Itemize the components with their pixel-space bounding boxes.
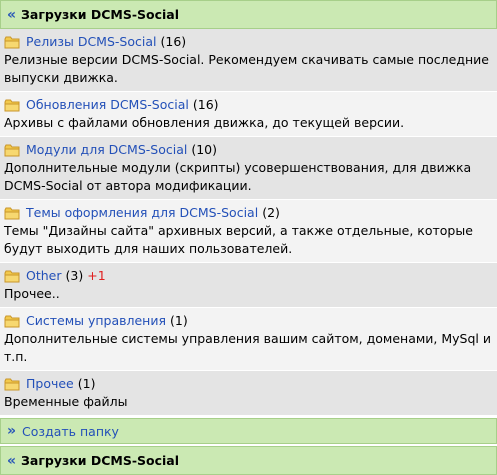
forward-arrow-icon: » xyxy=(7,423,17,439)
folder-item-modules: Модули для DCMS-Social (10) Дополнительн… xyxy=(0,137,497,200)
folder-icon xyxy=(4,270,20,282)
folder-item-other: Other (3) +1 Прочее.. xyxy=(0,263,497,308)
folder-icon xyxy=(4,378,20,390)
header-bar: « Загрузки DCMS-Social xyxy=(0,0,497,29)
folder-item-updates: Обновления DCMS-Social (16) Архивы с фай… xyxy=(0,92,497,137)
folder-description: Дополнительные модули (скрипты) усоверше… xyxy=(4,160,472,193)
folder-count: (16) xyxy=(192,97,219,112)
folder-description: Дополнительные системы управления вашим … xyxy=(4,331,491,364)
folder-description: Временные файлы xyxy=(4,394,128,409)
folder-count: (16) xyxy=(160,34,187,49)
create-folder-bar: » Создать папку xyxy=(0,418,497,444)
folder-icon xyxy=(4,36,20,48)
folder-item-releases: Релизы DCMS-Social (16) Релизные версии … xyxy=(0,29,497,92)
folder-link[interactable]: Прочее xyxy=(26,375,74,393)
new-files-badge: +1 xyxy=(87,268,106,283)
folder-description: Темы "Дизайны сайта" архивных версий, а … xyxy=(4,223,473,256)
create-folder-link[interactable]: Создать папку xyxy=(22,424,119,439)
folder-count: (2) xyxy=(262,205,280,220)
folder-item-misc: Прочее (1) Временные файлы xyxy=(0,371,497,416)
folder-description: Релизные версии DCMS-Social. Рекомендуем… xyxy=(4,52,489,85)
back-arrow-icon[interactable]: « xyxy=(7,8,16,22)
folder-link[interactable]: Other xyxy=(26,267,62,285)
folder-icon xyxy=(4,99,20,111)
folder-item-themes: Темы оформления для DCMS-Social (2) Темы… xyxy=(0,200,497,263)
folder-count: (1) xyxy=(170,313,188,328)
page-title[interactable]: Загрузки DCMS-Social xyxy=(21,7,179,22)
folder-icon xyxy=(4,315,20,327)
folder-description: Прочее.. xyxy=(4,286,60,301)
folder-count: (3) xyxy=(65,268,84,283)
folder-link[interactable]: Темы оформления для DCMS-Social xyxy=(26,204,258,222)
downloads-page: « Загрузки DCMS-Social Релизы DCMS-Socia… xyxy=(0,0,497,475)
folder-description: Архивы с файлами обновления движка, до т… xyxy=(4,115,405,130)
folder-link[interactable]: Системы управления xyxy=(26,312,166,330)
folder-icon xyxy=(4,144,20,156)
folder-link[interactable]: Обновления DCMS-Social xyxy=(26,96,189,114)
folder-item-cms: Системы управления (1) Дополнительные си… xyxy=(0,308,497,371)
folder-link[interactable]: Модули для DCMS-Social xyxy=(26,141,187,159)
folder-count: (1) xyxy=(77,376,96,391)
folder-link[interactable]: Релизы DCMS-Social xyxy=(26,33,156,51)
folder-list: Релизы DCMS-Social (16) Релизные версии … xyxy=(0,29,497,416)
folder-icon xyxy=(4,207,20,219)
folder-count: (10) xyxy=(191,142,217,157)
